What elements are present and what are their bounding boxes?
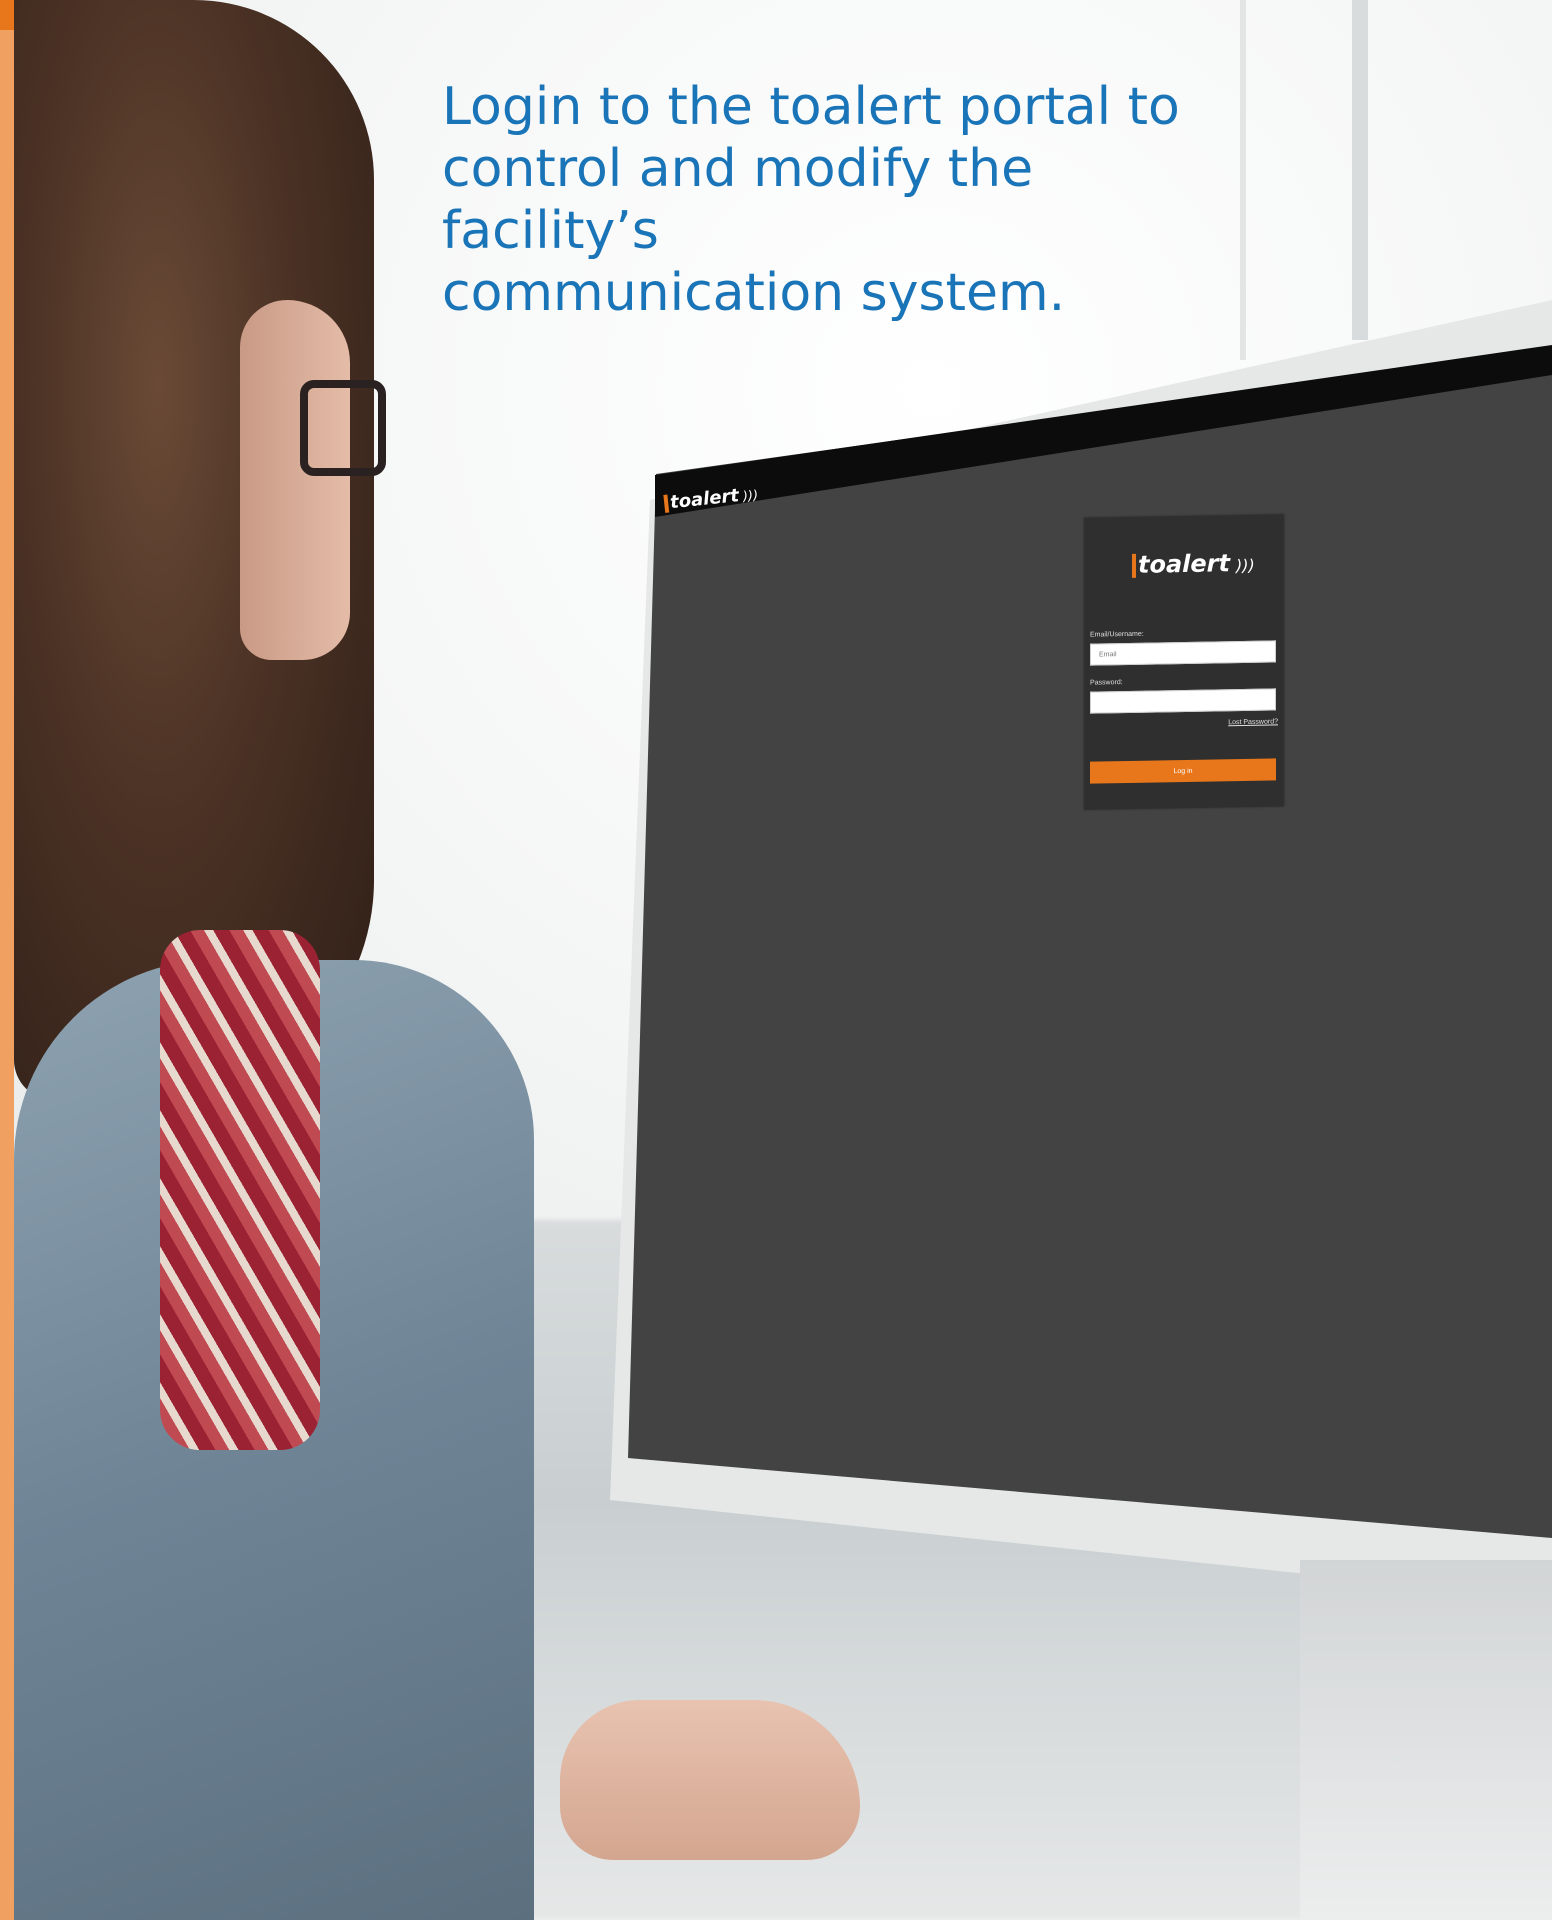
login-logo: toalert))) [1132,549,1255,579]
person-scarf [160,930,320,1450]
headline-line: Login to the toalert portal to [442,77,1180,137]
monitor-stand [1300,1560,1552,1920]
headline: Login to the toalert portal to control a… [442,76,1242,324]
logo-mark-icon [1132,553,1136,578]
signal-waves-icon: ))) [742,488,759,505]
logo-mark-icon [663,494,670,513]
login-card: toalert))) Email/Username: Password: Los… [1084,514,1284,810]
login-button[interactable]: Log in [1090,758,1276,784]
headline-line: control and modify the facility’s [442,139,1034,261]
glasses [300,380,386,476]
person-hand [560,1700,860,1860]
accent-sidebar [0,0,14,1920]
accent-sidebar-top [0,0,14,30]
headline-line: communication system. [442,263,1066,323]
password-label: Password: [1090,679,1123,687]
password-field[interactable] [1090,688,1276,714]
email-label: Email/Username: [1090,630,1144,639]
signal-waves-icon: ))) [1235,555,1255,576]
lost-password-link[interactable]: Lost Password? [1228,718,1278,726]
person-face [240,300,350,660]
window-frame [1352,0,1368,340]
email-field[interactable] [1090,640,1276,666]
